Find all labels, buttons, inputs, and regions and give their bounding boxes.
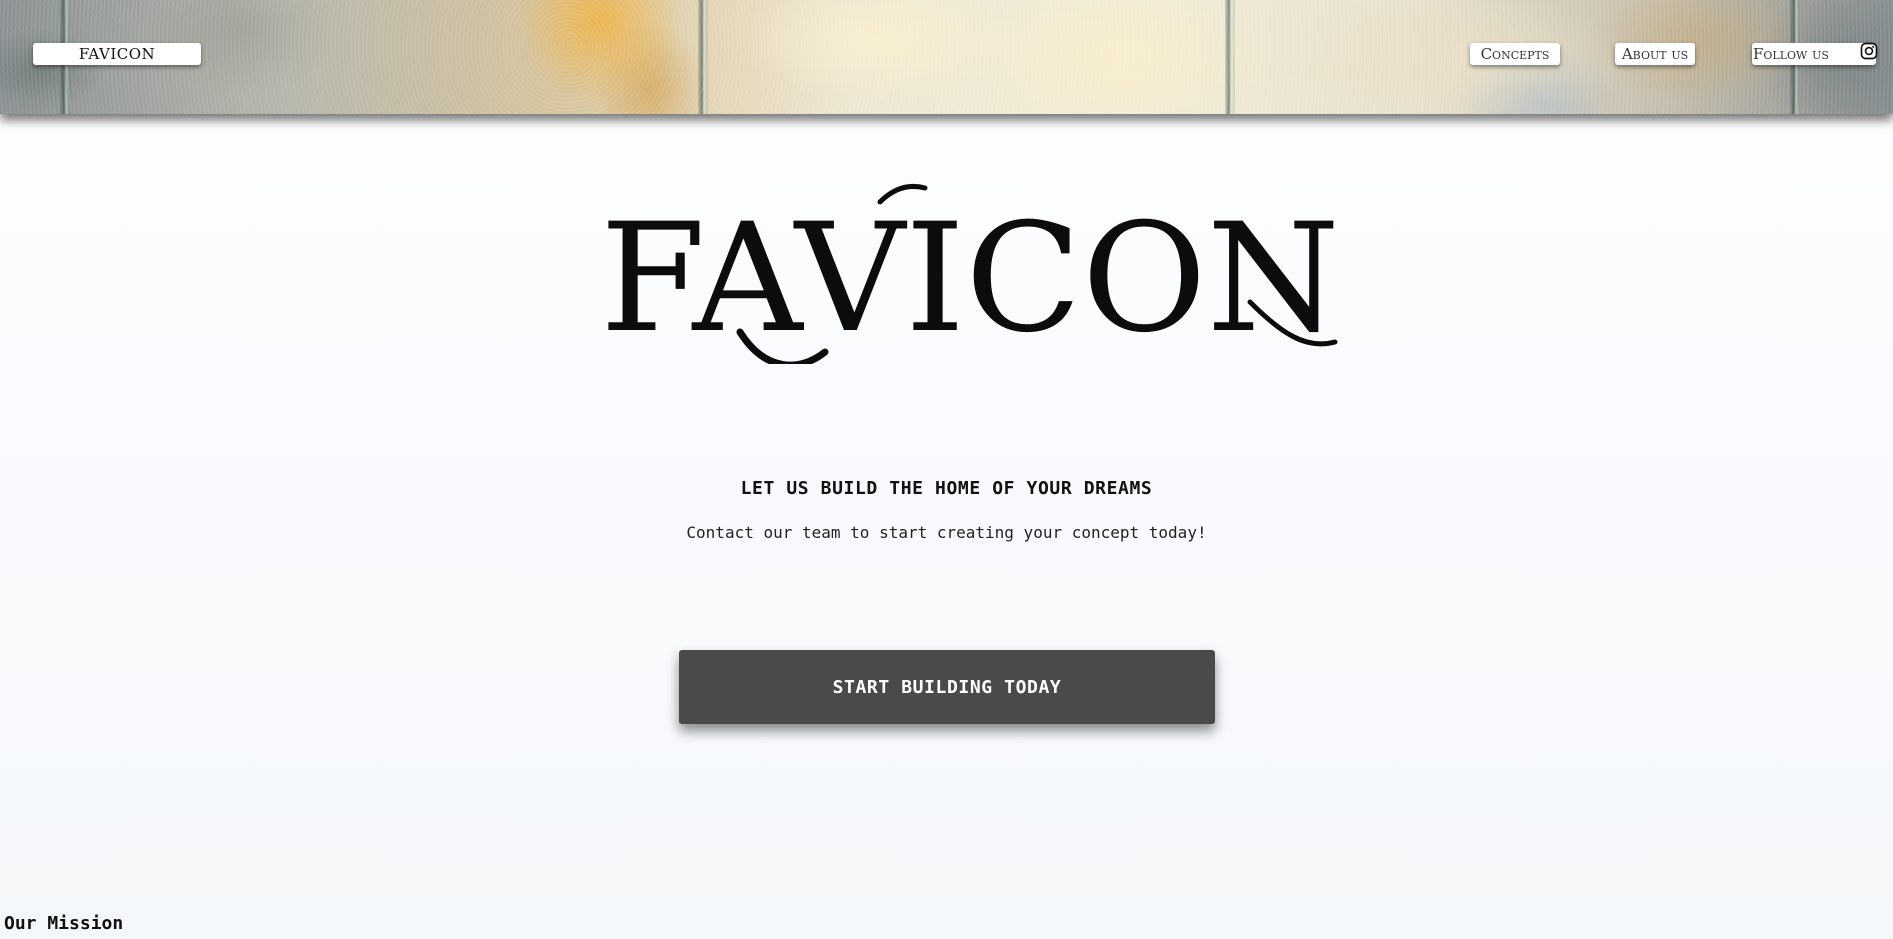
brand-label: FAVICON bbox=[78, 45, 156, 63]
nav-about-link[interactable]: About us bbox=[1615, 43, 1695, 65]
nav-follow-link[interactable]: Follow us bbox=[1752, 43, 1876, 65]
mission-heading: Our Mission bbox=[4, 913, 124, 934]
hero-subheading: Contact our team to start creating your … bbox=[686, 523, 1207, 542]
instagram-icon[interactable] bbox=[1860, 42, 1878, 60]
nav-about-label: About us bbox=[1621, 45, 1689, 63]
frosted-glass-texture bbox=[0, 0, 1893, 114]
nav-follow-label: Follow us bbox=[1753, 45, 1829, 63]
site-header: FAVICON Concepts About us Follow us bbox=[0, 0, 1893, 114]
nav-concepts-label: Concepts bbox=[1480, 45, 1550, 63]
start-building-label: START BUILDING TODAY bbox=[832, 676, 1062, 698]
start-building-button[interactable]: START BUILDING TODAY bbox=[679, 650, 1215, 724]
brand-home-link[interactable]: FAVICON bbox=[33, 43, 201, 65]
favicon-logo-wordmark: FAVICON bbox=[600, 183, 1340, 364]
nav-concepts-link[interactable]: Concepts bbox=[1470, 43, 1560, 65]
hero-heading: LET US BUILD THE HOME OF YOUR DREAMS bbox=[740, 478, 1153, 499]
logo-text: FAVICON bbox=[600, 192, 1340, 364]
